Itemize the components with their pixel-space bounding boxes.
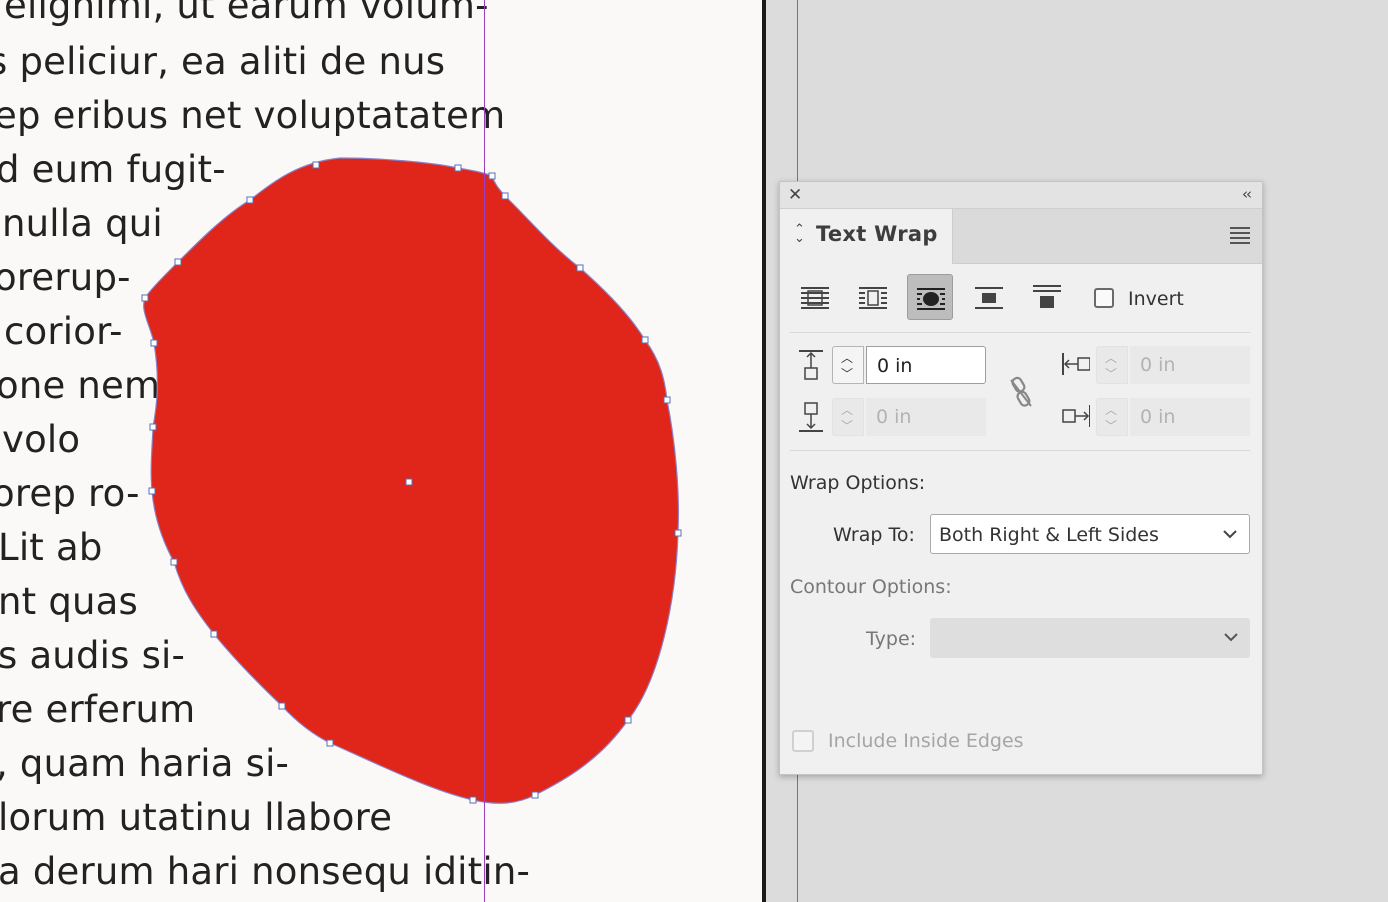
right-offset-stepper[interactable]: ︿ ﹀ xyxy=(1096,398,1128,436)
no-text-wrap-button[interactable] xyxy=(792,274,838,320)
anchor-point[interactable] xyxy=(141,294,149,302)
anchor-point[interactable] xyxy=(501,192,509,200)
center-point[interactable] xyxy=(405,478,413,486)
anchor-point[interactable] xyxy=(641,336,649,344)
anchor-point[interactable] xyxy=(174,258,182,266)
tab-collapse-arrows-icon[interactable]: ⌃ ⌄ xyxy=(794,223,805,245)
object-shape-wrap-icon xyxy=(917,288,945,310)
page-edge xyxy=(762,0,766,902)
include-inside-edges-label: Include Inside Edges xyxy=(828,730,1024,752)
top-offset-input[interactable]: 0 in xyxy=(866,346,986,384)
wrap-object-shape-button[interactable] xyxy=(907,274,953,320)
wrap-to-dropdown[interactable]: Both Right & Left Sides xyxy=(930,514,1250,554)
anchor-point[interactable] xyxy=(663,396,671,404)
jump-next-column-icon xyxy=(1033,285,1061,308)
shape-layer xyxy=(141,0,682,902)
anchor-point[interactable] xyxy=(674,529,682,537)
anchor-point[interactable] xyxy=(454,164,462,172)
anchor-point[interactable] xyxy=(150,339,158,347)
wrap-to-label: Wrap To: xyxy=(833,524,915,546)
jump-object-button[interactable] xyxy=(966,274,1012,320)
double-chevron-left-icon[interactable]: ‹‹ xyxy=(1242,185,1252,203)
close-icon[interactable]: ✕ xyxy=(788,185,802,205)
document-page: elignimi, ut earum volum-s peliciur, ea … xyxy=(0,0,762,902)
anchor-point[interactable] xyxy=(170,558,178,566)
divider xyxy=(790,450,1250,451)
anchor-point[interactable] xyxy=(312,161,320,169)
wrap-options-heading: Wrap Options: xyxy=(790,472,926,494)
tab-label: Text Wrap xyxy=(816,222,938,246)
include-inside-edges-checkbox[interactable] xyxy=(792,730,814,752)
invert-checkbox[interactable] xyxy=(1094,288,1114,308)
top-offset-stepper[interactable]: ︿ ﹀ xyxy=(832,346,864,384)
anchor-point[interactable] xyxy=(210,630,218,638)
divider xyxy=(790,332,1250,333)
right-offset-input[interactable]: 0 in xyxy=(1130,398,1250,436)
anchor-point[interactable] xyxy=(149,423,157,431)
chevron-down-icon xyxy=(1223,530,1237,539)
tab-text-wrap[interactable]: ⌃ ⌄ Text Wrap xyxy=(780,209,953,264)
anchor-point[interactable] xyxy=(469,796,477,804)
jump-object-icon xyxy=(975,287,1003,309)
anchor-point[interactable] xyxy=(576,264,584,272)
jump-to-next-column-button[interactable] xyxy=(1024,274,1070,320)
anchor-point[interactable] xyxy=(488,172,496,180)
top-offset-icon xyxy=(799,350,823,380)
bounding-box-wrap-icon xyxy=(859,287,887,309)
contour-options-heading: Contour Options: xyxy=(790,576,952,598)
left-offset-stepper[interactable]: ︿ ﹀ xyxy=(1096,346,1128,384)
left-offset-icon xyxy=(1062,353,1090,375)
bottom-offset-stepper[interactable]: ︿ ﹀ xyxy=(832,398,864,436)
bottom-offset-input[interactable]: 0 in xyxy=(866,398,986,436)
panel-menu-icon[interactable] xyxy=(1230,227,1250,247)
broken-link-icon[interactable] xyxy=(1008,374,1034,410)
text-wrap-panel: ✕ ‹‹ ⌃ ⌄ Text Wrap Invert ︿ ﹀ 0 in ︿ ﹀ 0… xyxy=(779,181,1263,775)
right-offset-icon xyxy=(1062,405,1090,427)
anchor-point[interactable] xyxy=(246,196,254,204)
invert-label: Invert xyxy=(1128,288,1184,310)
anchor-point[interactable] xyxy=(531,791,539,799)
bottom-offset-icon xyxy=(799,402,823,432)
anchor-point[interactable] xyxy=(148,487,156,495)
contour-type-dropdown[interactable] xyxy=(930,618,1250,658)
panel-tabbar: ⌃ ⌄ Text Wrap xyxy=(780,209,1262,264)
chevron-down-icon xyxy=(1224,633,1238,642)
panel-titlebar[interactable]: ✕ ‹‹ xyxy=(780,182,1262,209)
wrap-to-value: Both Right & Left Sides xyxy=(939,524,1159,546)
type-label: Type: xyxy=(866,628,917,650)
left-offset-input[interactable]: 0 in xyxy=(1130,346,1250,384)
anchor-point[interactable] xyxy=(326,739,334,747)
anchor-point[interactable] xyxy=(624,716,632,724)
anchor-point[interactable] xyxy=(278,702,286,710)
wrap-bounding-box-button[interactable] xyxy=(850,274,896,320)
no-wrap-icon xyxy=(801,287,829,309)
